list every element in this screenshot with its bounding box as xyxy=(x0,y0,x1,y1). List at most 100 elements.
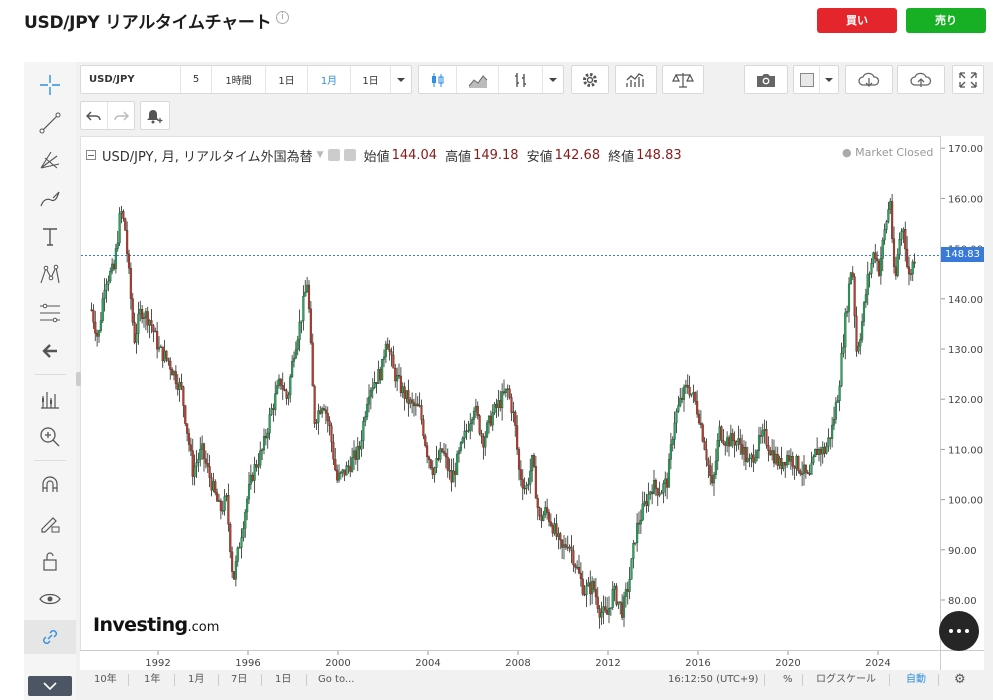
candle-body xyxy=(142,317,146,319)
candle-body xyxy=(319,410,322,414)
candle-body xyxy=(656,488,659,496)
pitchfork-tool-button[interactable] xyxy=(24,144,76,178)
percent-toggle[interactable]: % xyxy=(783,670,793,690)
trendline-tool-button[interactable] xyxy=(24,106,76,140)
range-7d[interactable]: 7日 xyxy=(231,670,247,690)
candle-body xyxy=(769,450,772,456)
legend-low-value: 142.68 xyxy=(554,147,601,163)
interval-1day[interactable]: 1日 xyxy=(266,66,308,93)
screenshot-button[interactable] xyxy=(744,65,788,94)
pattern-tool-button[interactable] xyxy=(24,258,76,292)
chevron-down-icon xyxy=(43,682,57,691)
candle-body xyxy=(564,544,567,548)
log-scale-toggle[interactable]: ログスケール xyxy=(816,670,876,690)
fullscreen-button[interactable] xyxy=(952,65,984,94)
price-axis[interactable]: 80.00 90.00 100.00 110.00 120.00 130.00 140.00… xyxy=(940,136,984,650)
panel-resize-handle[interactable] xyxy=(76,372,81,386)
candle-body xyxy=(838,385,841,401)
candle-body xyxy=(705,449,708,461)
link-button[interactable] xyxy=(24,620,76,654)
candle-body xyxy=(911,261,914,275)
unlock-button[interactable] xyxy=(24,544,76,578)
crosshair-tool-button[interactable] xyxy=(24,68,76,102)
candle-body xyxy=(120,210,123,214)
scroll-down-button[interactable] xyxy=(28,676,72,696)
measure-icon xyxy=(41,392,59,409)
range-10y[interactable]: 10年 xyxy=(94,670,117,690)
eye-toggle-icon[interactable] xyxy=(327,149,340,161)
area-style-button[interactable] xyxy=(457,66,499,93)
area-chart-icon xyxy=(468,74,487,88)
buy-button[interactable]: 売り xyxy=(906,8,986,33)
symbol-input[interactable]: USD/JPY xyxy=(81,66,181,93)
candle-body xyxy=(609,607,612,609)
candle-body xyxy=(457,450,461,455)
candle-body xyxy=(521,479,524,489)
more-options-button[interactable] xyxy=(939,611,979,651)
candle-style-button[interactable] xyxy=(419,66,457,93)
add-alert-button[interactable] xyxy=(141,102,169,129)
candle-body xyxy=(242,528,245,538)
trendline-icon xyxy=(39,112,61,134)
back-arrow-button[interactable] xyxy=(24,334,76,368)
load-layout-button[interactable] xyxy=(845,65,893,94)
bottom-bar: 10年 1年 1月 7日 1日 Go to... 16:12:50 (UTC+9… xyxy=(80,670,984,692)
candle-body xyxy=(330,425,333,443)
candle-body xyxy=(532,455,536,467)
candle-body xyxy=(714,460,717,475)
candle-body xyxy=(673,422,676,440)
candle-body xyxy=(201,443,204,450)
save-layout-button[interactable] xyxy=(897,65,945,94)
bar-style-button[interactable] xyxy=(499,66,543,93)
candle-body xyxy=(885,221,888,230)
candle-body xyxy=(456,453,459,475)
candle-body xyxy=(150,320,153,326)
range-1d[interactable]: 1日 xyxy=(275,670,291,690)
lock-drawing-button[interactable] xyxy=(24,506,76,540)
settings-small-icon[interactable] xyxy=(343,149,356,161)
candle-body xyxy=(686,384,689,388)
zoom-tool-button[interactable] xyxy=(24,420,76,454)
text-tool-button[interactable] xyxy=(24,220,76,254)
header: USD/JPY リアルタイムチャート i 買い 売り xyxy=(0,0,993,42)
interval-1hour[interactable]: 1時間 xyxy=(212,66,266,93)
candle-body xyxy=(217,500,221,502)
price-tick-label: 100.00 xyxy=(948,496,983,507)
dot-icon xyxy=(957,629,961,633)
magnet-tool-button[interactable] xyxy=(24,468,76,502)
compare-button[interactable] xyxy=(662,65,704,94)
time-axis[interactable]: 1992 1996 2000 2004 2008 2012 2016 2020 2024 xyxy=(80,650,940,670)
axis-settings-button[interactable]: ⚙ xyxy=(954,670,966,690)
interval-dropdown[interactable] xyxy=(391,66,411,93)
range-1y[interactable]: 1年 xyxy=(144,670,160,690)
undo-button[interactable] xyxy=(81,102,108,129)
auto-scale-toggle[interactable]: 自動 xyxy=(906,670,926,690)
collapse-legend-button[interactable] xyxy=(86,150,96,160)
interval-custom[interactable]: 1日 xyxy=(351,66,391,93)
style-dropdown[interactable] xyxy=(543,66,563,93)
info-icon[interactable]: i xyxy=(276,11,289,24)
caret-down-icon[interactable]: ▼ xyxy=(317,150,324,160)
fibonacci-icon xyxy=(40,303,60,323)
visibility-button[interactable] xyxy=(24,582,76,616)
candle-body xyxy=(210,477,213,491)
brush-tool-button[interactable] xyxy=(24,182,76,216)
fibonacci-tool-button[interactable] xyxy=(24,296,76,330)
candle-body xyxy=(281,385,284,390)
indicators-button[interactable] xyxy=(615,65,657,94)
measure-tool-button[interactable] xyxy=(24,382,76,416)
candle-body xyxy=(757,435,761,451)
redo-button[interactable] xyxy=(108,102,134,129)
sell-button[interactable]: 買い xyxy=(817,8,897,33)
candle-body xyxy=(581,578,584,595)
text-icon xyxy=(43,228,57,246)
goto-date[interactable]: Go to... xyxy=(318,670,354,690)
chart-area[interactable] xyxy=(80,136,941,651)
color-dropdown[interactable] xyxy=(820,66,838,93)
interval-5[interactable]: 5 xyxy=(181,66,212,93)
color-swatch[interactable] xyxy=(794,66,820,93)
settings-button[interactable] xyxy=(571,65,609,94)
range-1m[interactable]: 1月 xyxy=(188,670,204,690)
price-plot[interactable] xyxy=(81,137,941,651)
interval-1month[interactable]: 1月 xyxy=(308,66,351,93)
